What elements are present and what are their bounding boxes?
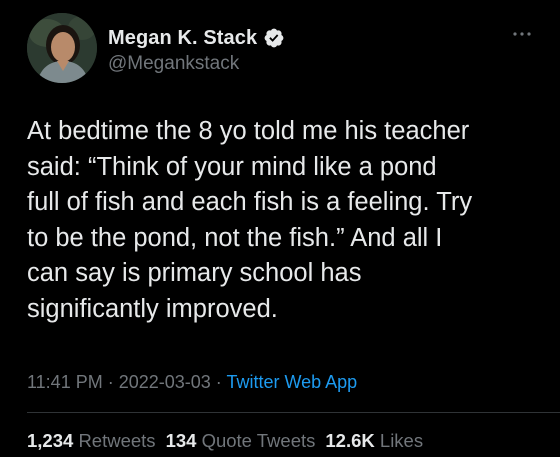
quote-tweets-label: Quote Tweets (201, 430, 316, 451)
display-name[interactable]: Megan K. Stack (108, 27, 257, 50)
likes-label: Likes (379, 430, 424, 451)
author-info: Megan K. Stack @Megankstack (108, 25, 285, 75)
tweet-stats: 1,234 Retweets 134 Quote Tweets 12.6K Li… (27, 430, 433, 452)
quote-tweets-count: 134 (165, 430, 197, 451)
quote-tweets-stat[interactable]: 134 Quote Tweets (166, 430, 316, 452)
meta-separator: · (210, 372, 227, 392)
retweets-stat[interactable]: 1,234 Retweets (27, 430, 156, 452)
avatar[interactable] (27, 13, 97, 83)
retweets-label: Retweets (78, 430, 156, 451)
more-options-icon[interactable] (512, 26, 532, 36)
source-app-link[interactable]: Twitter Web App (226, 372, 357, 392)
retweets-count: 1,234 (27, 430, 74, 451)
name-row: Megan K. Stack (108, 25, 285, 51)
tweet-time[interactable]: 11:41 PM (27, 372, 103, 392)
divider (27, 412, 560, 413)
tweet-date[interactable]: 2022-03-03 (119, 372, 211, 392)
tweet-text: At bedtime the 8 yo told me his teacher … (27, 117, 473, 323)
likes-count: 12.6K (325, 430, 375, 451)
user-handle[interactable]: @Megankstack (108, 53, 285, 75)
tweet-card: Megan K. Stack @Megankstack At bedtime t… (0, 0, 560, 457)
profile-photo-icon (27, 13, 97, 83)
likes-stat[interactable]: 12.6K Likes (325, 430, 423, 452)
verified-badge-icon (263, 27, 285, 49)
meta-separator: · (102, 372, 119, 392)
tweet-meta: 11:41 PM · 2022-03-03 · Twitter Web App (27, 372, 357, 393)
